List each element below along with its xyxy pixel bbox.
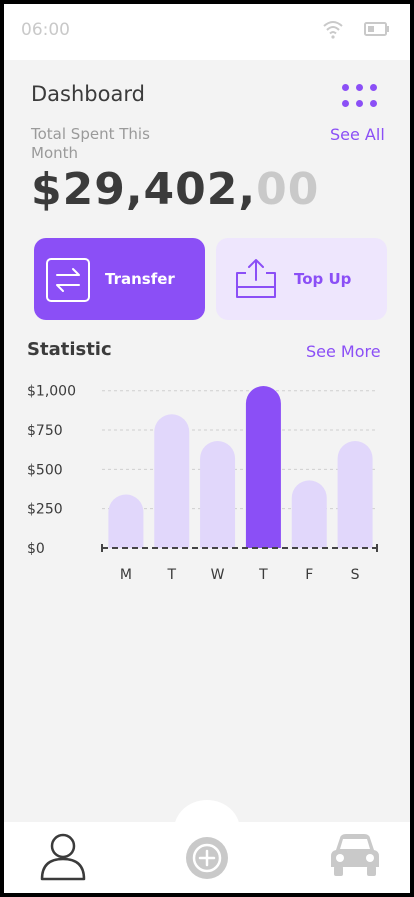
phone-screen: 06:00 Dashboard Total Spent This Month S…	[4, 4, 410, 893]
see-more-link[interactable]: See More	[306, 342, 381, 361]
top-up-button[interactable]: Top Up	[216, 238, 387, 320]
x-tick-label: T	[166, 567, 176, 583]
see-all-link[interactable]: See All	[330, 125, 385, 144]
status-bar: 06:00	[4, 4, 410, 60]
y-tick-label: $250	[27, 502, 63, 518]
y-tick-label: $750	[27, 423, 63, 439]
plus-circle-icon[interactable]	[185, 836, 229, 880]
amount-main: $29,402,	[31, 164, 257, 215]
transfer-label: Transfer	[105, 270, 175, 288]
x-tick-label: T	[258, 567, 268, 583]
statistic-chart: $0 $250 $500 $750 $1,000 M T W T F S	[27, 384, 378, 583]
x-tick-label: M	[120, 567, 132, 583]
user-icon[interactable]	[40, 833, 86, 881]
total-spent-label: Total Spent This Month	[31, 125, 150, 162]
upload-tray-icon	[236, 259, 276, 298]
y-tick-label: $1,000	[27, 384, 76, 400]
transfer-arrows-icon	[46, 258, 90, 302]
battery-icon	[364, 22, 389, 36]
chart-bar	[154, 414, 190, 548]
chart-bar	[108, 494, 144, 548]
page-title: Dashboard	[31, 82, 145, 106]
chart-bar	[200, 441, 236, 548]
wifi-icon	[323, 21, 343, 39]
total-amount: $29,402,00	[31, 164, 319, 215]
car-icon[interactable]	[329, 833, 381, 877]
x-tick-label: F	[305, 567, 313, 583]
y-tick-label: $500	[27, 462, 63, 478]
chart-bar	[337, 441, 373, 548]
transfer-button[interactable]: Transfer	[34, 238, 205, 320]
y-tick-label: $0	[27, 541, 45, 557]
amount-cents: 00	[256, 164, 320, 215]
chart-bar	[291, 480, 327, 548]
statistic-title: Statistic	[27, 339, 112, 360]
dots-grid-icon[interactable]	[340, 82, 380, 112]
x-tick-label: W	[211, 567, 225, 583]
status-time: 06:00	[21, 20, 70, 40]
chart-bar	[245, 386, 281, 548]
x-tick-label: S	[351, 567, 360, 583]
top-up-label: Top Up	[294, 270, 352, 288]
